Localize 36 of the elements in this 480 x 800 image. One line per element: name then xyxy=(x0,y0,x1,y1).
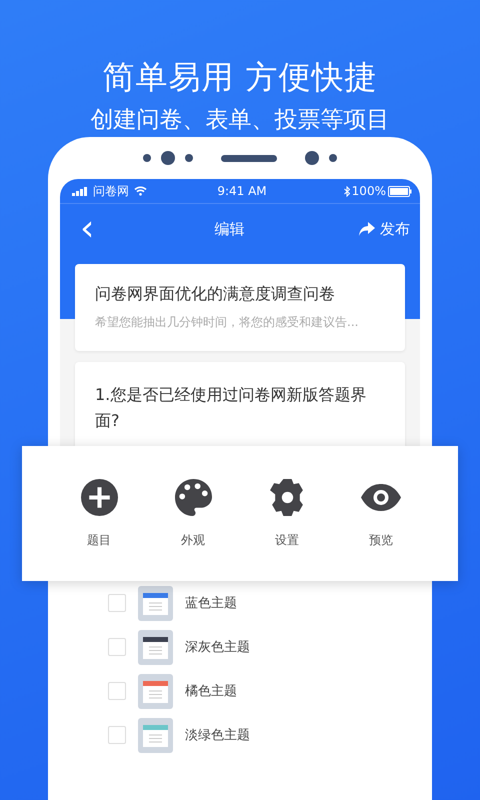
share-icon xyxy=(359,222,375,236)
signal-icon xyxy=(72,186,88,196)
theme-thumbnail-icon xyxy=(138,718,173,752)
back-button[interactable]: ‹ xyxy=(74,214,100,244)
theme-label: 橘色主题 xyxy=(185,683,237,700)
subheadline: 创建问卷、表单、投票等项目 xyxy=(90,106,390,135)
carrier-name: 问卷网 xyxy=(93,182,129,200)
screen-title: 编辑 xyxy=(214,220,245,238)
question-text: 1.您是否已经使用过问卷网新版答题界面? xyxy=(95,384,368,432)
palette-icon xyxy=(174,478,212,516)
theme-label: 深灰色主题 xyxy=(185,639,250,656)
headline: 简单易用 方便快捷 xyxy=(102,57,378,98)
status-time: 9:41 AM xyxy=(217,184,267,198)
wifi-icon xyxy=(134,186,147,196)
theme-label: 蓝色主题 xyxy=(185,595,237,612)
eye-icon xyxy=(361,484,401,510)
toolbar-item[interactable]: 设置 xyxy=(257,478,317,548)
publish-button[interactable]: 发布 xyxy=(359,220,410,238)
bluetooth-icon xyxy=(344,186,350,196)
checkbox[interactable] xyxy=(108,594,126,612)
toolbar-item[interactable]: 预览 xyxy=(351,478,411,548)
theme-thumbnail-icon xyxy=(138,630,173,664)
checkbox[interactable] xyxy=(108,682,126,700)
plus-icon xyxy=(80,478,118,516)
survey-description: 希望您能抽出几分钟时间，将您的感受和建议告... xyxy=(95,314,360,331)
settings-icon xyxy=(268,478,306,516)
toolbar-item[interactable]: 外观 xyxy=(163,478,223,548)
toolbar-item[interactable]: 题目 xyxy=(69,478,129,548)
theme-thumbnail-icon xyxy=(138,586,173,620)
checkbox[interactable] xyxy=(108,726,126,744)
theme-label: 淡绿色主题 xyxy=(185,727,250,744)
battery-percent: 100% xyxy=(352,184,386,198)
checkbox[interactable] xyxy=(108,638,126,656)
battery-icon xyxy=(388,186,412,196)
theme-thumbnail-icon xyxy=(138,674,173,708)
survey-title: 问卷网界面优化的满意度调查问卷 xyxy=(95,283,336,305)
